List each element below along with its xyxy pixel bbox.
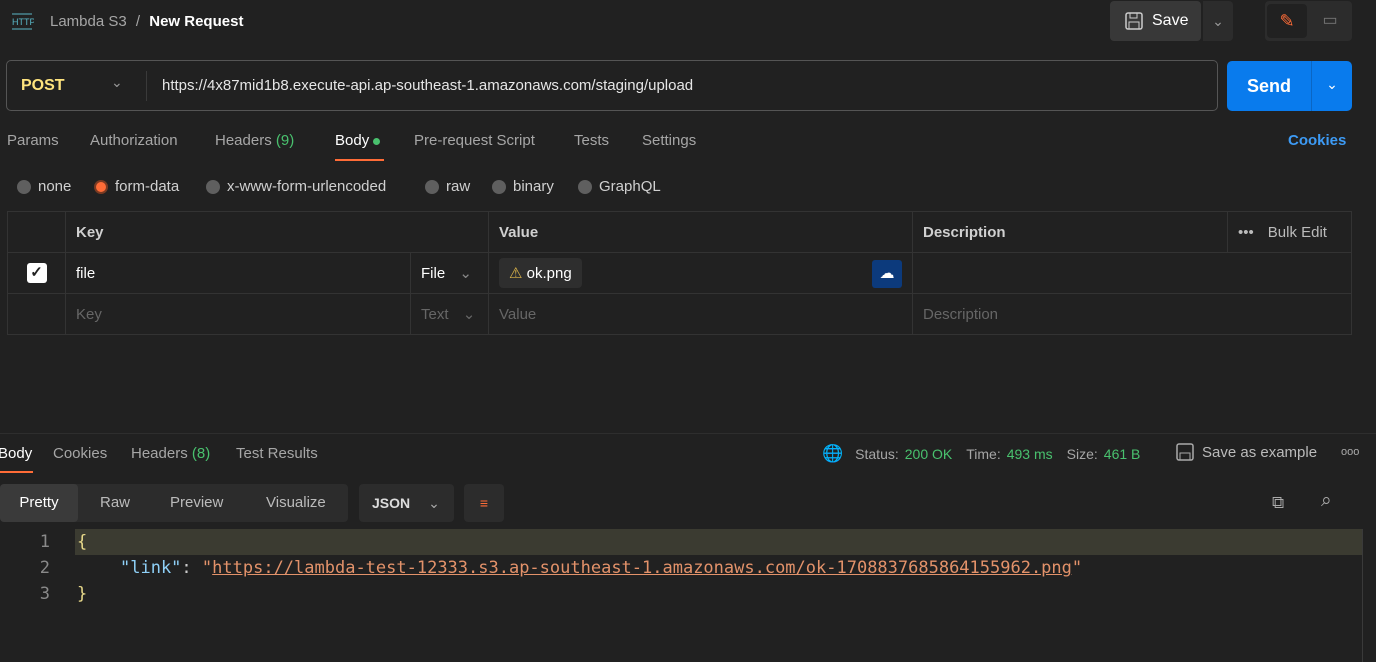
body-indicator-dot [373, 137, 381, 145]
table-row: ✓ file File ⌄ ⚠ ok.png ☁ [7, 252, 1352, 294]
response-link[interactable]: https://lambda-test-12333.s3.ap-southeas… [212, 558, 1072, 578]
tab-params[interactable]: Params [7, 132, 59, 149]
svg-text:HTTP: HTTP [12, 17, 34, 27]
method-select[interactable]: POST [21, 77, 65, 95]
tab-settings[interactable]: Settings [642, 132, 696, 149]
tab-authorization[interactable]: Authorization [90, 132, 178, 149]
request-name[interactable]: New Request [149, 13, 243, 30]
http-icon: HTTP [12, 13, 34, 30]
response-body-editor[interactable]: 123 { "link": "https://lambda-test-12333… [0, 529, 1362, 657]
url-bar: POST ⌄ https://4x87mid1b8.execute-api.ap… [6, 60, 1218, 111]
radio-form-data[interactable]: form-data [94, 178, 179, 195]
warning-icon: ⚠ [509, 265, 523, 282]
save-dropdown-chevron-icon[interactable]: ⌄ [1203, 1, 1233, 41]
format-select[interactable]: JSON ⌄ [359, 484, 454, 522]
response-tab-test-results[interactable]: Test Results [236, 445, 318, 462]
column-key: Key [65, 211, 489, 253]
time-value: 493 ms [1006, 446, 1053, 462]
form-data-table: Key Value Description ••• Bulk Edit ✓ fil… [7, 211, 1352, 335]
method-chevron-icon[interactable]: ⌄ [111, 74, 123, 91]
row-type-select[interactable]: File ⌄ [410, 252, 489, 294]
radio-x-www-form-urlencoded[interactable]: x-www-form-urlencoded [206, 178, 386, 195]
breadcrumb-collection[interactable]: Lambda S3 [50, 13, 127, 30]
key-input[interactable]: Key [65, 293, 411, 335]
edit-pencil-icon[interactable]: ✎ [1267, 4, 1307, 38]
file-chip[interactable]: ⚠ ok.png [499, 258, 582, 288]
view-visualize[interactable]: Visualize [266, 494, 326, 511]
globe-lock-icon: 🌐 [822, 444, 844, 463]
more-options-icon[interactable]: ooo [1341, 446, 1359, 458]
send-button[interactable]: Send [1227, 61, 1311, 111]
copy-icon[interactable]: ⧉ [1272, 493, 1284, 513]
response-tab-body[interactable]: Body [0, 445, 32, 462]
radio-binary[interactable]: binary [492, 178, 554, 195]
cookies-link[interactable]: Cookies [1288, 132, 1346, 149]
response-tab-headers[interactable]: Headers (8) [131, 445, 210, 462]
more-icon: ••• [1238, 223, 1254, 241]
size-value: 461 B [1103, 446, 1141, 462]
table-row-placeholder: Key Text ⌄ Value Description [7, 293, 1352, 335]
upload-cloud-icon[interactable]: ☁ [872, 260, 902, 288]
save-icon [1176, 443, 1194, 461]
send-dropdown-chevron-icon[interactable]: ⌄ [1311, 61, 1352, 111]
column-value: Value [488, 211, 913, 253]
type-select[interactable]: Text ⌄ [410, 293, 489, 335]
comments-icon[interactable]: ▭ [1315, 4, 1345, 38]
response-tab-cookies[interactable]: Cookies [53, 445, 107, 462]
bulk-edit-button[interactable]: ••• Bulk Edit [1227, 211, 1352, 253]
view-toggle: ✎ ▭ [1265, 1, 1352, 41]
description-input[interactable]: Description [912, 293, 1352, 335]
status-value: 200 OK [904, 446, 953, 462]
search-icon[interactable]: ⌕ [1321, 490, 1332, 512]
response-meta: 🌐 Status: 200 OK Time: 493 ms Size: 461 B [822, 444, 1141, 463]
column-description: Description [912, 211, 1228, 253]
breadcrumb: Lambda S3 / New Request [50, 13, 244, 30]
radio-none[interactable]: none [17, 178, 71, 195]
view-pretty[interactable]: Pretty [0, 484, 78, 522]
tab-tests[interactable]: Tests [574, 132, 609, 149]
row-description[interactable] [912, 252, 1352, 294]
value-input[interactable]: Value [488, 293, 913, 335]
radio-raw[interactable]: raw [425, 178, 470, 195]
radio-graphql[interactable]: GraphQL [578, 178, 661, 195]
json-line-link: "link": "https://lambda-test-12333.s3.ap… [120, 558, 1083, 578]
tab-pre-request-script[interactable]: Pre-request Script [414, 132, 535, 149]
table-header: Key Value Description ••• Bulk Edit [7, 211, 1352, 253]
view-raw[interactable]: Raw [100, 494, 130, 511]
url-input[interactable]: https://4x87mid1b8.execute-api.ap-southe… [162, 77, 693, 94]
tab-headers[interactable]: Headers (9) [215, 132, 294, 149]
tab-body[interactable]: Body [335, 132, 381, 149]
row-value[interactable]: ⚠ ok.png ☁ [488, 252, 913, 294]
row-checkbox[interactable]: ✓ [26, 263, 47, 283]
scrollbar[interactable] [1362, 529, 1363, 662]
view-mode-group: Pretty Raw Preview Visualize [0, 484, 348, 522]
row-key[interactable]: file [65, 252, 411, 294]
wrap-lines-icon[interactable]: ≡ [464, 484, 504, 522]
save-as-example-button[interactable]: Save as example [1176, 443, 1317, 461]
view-preview[interactable]: Preview [170, 494, 223, 511]
save-button[interactable]: Save [1110, 1, 1201, 41]
save-icon [1125, 12, 1143, 30]
